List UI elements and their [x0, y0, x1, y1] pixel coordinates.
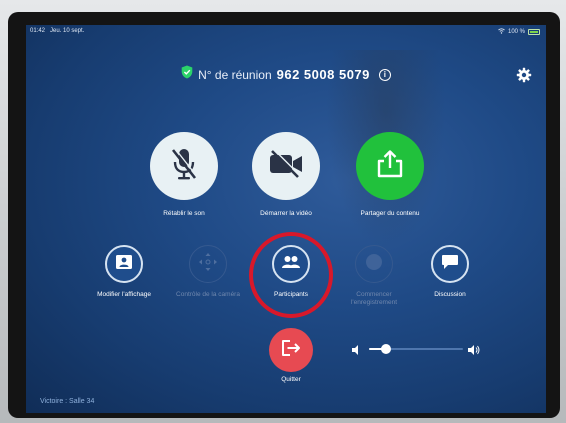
video-off-icon — [267, 148, 305, 183]
unmute-label: Rétablir le son — [163, 210, 205, 217]
battery-icon — [528, 29, 540, 35]
meeting-id-number: 962 5008 5079 — [276, 67, 370, 82]
unmute-button[interactable] — [150, 132, 218, 200]
layout-icon — [115, 254, 133, 275]
zoom-rooms-controller-screen: 01:42 Jeu. 10 sept. 100 % N° de réunion … — [26, 25, 546, 413]
room-name: Victoire : Salle 34 — [40, 398, 95, 405]
participants-label: Participants — [274, 291, 308, 298]
camera-control-icon — [197, 251, 219, 278]
start-recording-label: Commencer l'enregistrement — [350, 291, 398, 306]
start-recording-button — [355, 245, 393, 283]
camera-control-button — [189, 245, 227, 283]
meeting-id-label: N° de réunion — [198, 67, 272, 82]
wifi-icon — [498, 28, 505, 36]
muted-microphone-icon — [169, 146, 199, 187]
camera-control-label: Contrôle de la caméra — [176, 291, 240, 298]
chat-button[interactable] — [431, 245, 469, 283]
status-battery: 100 % — [498, 28, 540, 36]
share-upload-icon — [375, 149, 405, 184]
volume-slider[interactable] — [351, 343, 481, 355]
leave-icon — [280, 338, 302, 363]
start-video-button[interactable] — [252, 132, 320, 200]
share-content-label: Partager du contenu — [360, 210, 420, 217]
volume-thumb[interactable] — [380, 344, 391, 354]
chat-label: Discussion — [434, 291, 466, 298]
gear-icon[interactable] — [516, 67, 532, 83]
start-video-label: Démarrer la vidéo — [260, 210, 312, 217]
quit-label: Quitter — [281, 376, 301, 383]
volume-high-icon — [467, 343, 481, 361]
quit-button[interactable] — [269, 328, 313, 372]
record-icon — [365, 253, 383, 276]
shield-check-icon — [181, 65, 193, 84]
share-content-button[interactable] — [356, 132, 424, 200]
status-time: 01:42 — [30, 28, 46, 34]
change-layout-label: Modifier l'affichage — [97, 291, 151, 298]
volume-low-icon — [351, 343, 361, 361]
battery-percent: 100 % — [507, 29, 525, 35]
chat-icon — [441, 254, 459, 275]
meeting-id-header: N° de réunion 962 5008 5079 i — [26, 65, 546, 84]
highlight-circle — [249, 232, 333, 318]
status-date: Jeu. 10 sept. — [50, 28, 85, 34]
info-icon[interactable]: i — [378, 68, 391, 81]
device-frame: 01:42 Jeu. 10 sept. 100 % N° de réunion … — [0, 0, 566, 423]
change-layout-button[interactable] — [105, 245, 143, 283]
